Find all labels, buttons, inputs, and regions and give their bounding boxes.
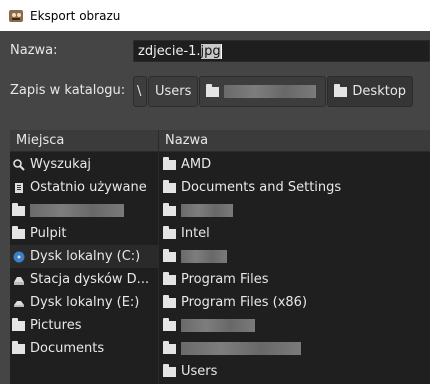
redacted-user-name [224, 85, 317, 98]
title-bar: Eksport obrazu [0, 0, 430, 31]
redacted-file-name [181, 342, 301, 355]
place-documents[interactable]: Documents [12, 337, 104, 360]
filename-base: zdjecie-1. [138, 43, 201, 59]
place-label: Stacja dysków D... [30, 272, 150, 287]
text-cursor [220, 43, 222, 59]
places-header: Miejsca [10, 130, 158, 152]
redacted-place-name [30, 204, 124, 217]
place-label: Dysk lokalny (C:) [30, 249, 141, 264]
files-column-header-name[interactable]: Nazwa [159, 130, 430, 152]
save-in-label: Zapis w katalogu: [10, 83, 126, 98]
place-label: Ostatnio używane [30, 180, 147, 195]
folder-icon [163, 225, 177, 241]
folder-icon [163, 294, 177, 310]
place-label: Pulpit [30, 226, 67, 241]
places-panel: Miejsca Wyszukaj Ostatnio używane Pulpit [10, 130, 158, 384]
file-name: Program Files [181, 272, 269, 287]
disk-icon [12, 250, 26, 264]
breadcrumb-user-folder[interactable] [199, 76, 327, 107]
place-desktop[interactable]: Pulpit [12, 222, 66, 245]
search-icon [12, 158, 26, 172]
file-row[interactable] [163, 199, 233, 222]
folder-icon [163, 271, 177, 287]
place-disk-e[interactable]: Dysk lokalny (E:) [12, 291, 139, 314]
place-recent[interactable]: Ostatnio używane [12, 176, 147, 199]
folder-icon [206, 83, 220, 99]
folder-icon [12, 340, 26, 356]
file-row[interactable] [163, 337, 301, 360]
file-row[interactable]: Program Files [163, 268, 269, 291]
breadcrumb-users[interactable]: Users [148, 76, 199, 107]
place-disk-c[interactable]: Dysk lokalny (C:) [10, 245, 158, 268]
breadcrumb-desktop-label: Desktop [352, 84, 407, 99]
file-row[interactable] [163, 245, 227, 268]
folder-icon [163, 248, 177, 264]
export-dialog: Nazwa: zdjecie-1. jpg Zapis w katalogu: \… [0, 31, 430, 384]
file-row[interactable]: Documents and Settings [163, 176, 341, 199]
place-user-folder[interactable] [12, 199, 124, 222]
file-name: Program Files (x86) [181, 295, 308, 310]
folder-icon [163, 340, 177, 356]
file-row[interactable]: AMD [163, 153, 211, 176]
place-label: Pictures [30, 318, 82, 333]
place-label: Dysk lokalny (E:) [30, 295, 140, 310]
folder-icon [12, 317, 26, 333]
place-pictures[interactable]: Pictures [12, 314, 81, 337]
breadcrumb-root-label: \ [137, 84, 142, 99]
file-row[interactable] [163, 314, 255, 337]
folder-icon [163, 363, 177, 379]
filename-ext-selected: jpg [200, 43, 221, 59]
file-row[interactable]: Program Files (x86) [163, 291, 307, 314]
window-title: Eksport obrazu [30, 8, 121, 23]
folder-icon [163, 202, 177, 218]
place-drive-d[interactable]: Stacja dysków D... [12, 268, 149, 291]
name-label: Nazwa: [10, 43, 58, 58]
file-name: Intel [181, 226, 210, 241]
place-search[interactable]: Wyszukaj [12, 153, 91, 176]
folder-icon [334, 83, 348, 99]
place-label: Wyszukaj [30, 157, 92, 172]
breadcrumb-root[interactable]: \ [133, 76, 147, 107]
file-name: AMD [181, 157, 212, 172]
gimp-app-icon [8, 8, 24, 24]
folder-icon [163, 179, 177, 195]
place-label: Documents [30, 341, 105, 356]
folder-icon [163, 317, 177, 333]
redacted-file-name [181, 204, 233, 217]
folder-icon [12, 202, 26, 218]
filename-input[interactable]: zdjecie-1. jpg [133, 40, 430, 62]
file-row[interactable]: Intel [163, 222, 210, 245]
files-panel: Nazwa AMD Documents and Settings Intel P… [158, 130, 430, 384]
recent-icon [12, 181, 26, 195]
redacted-file-name [181, 250, 227, 263]
file-row[interactable]: Users [163, 360, 217, 383]
file-name: Documents and Settings [181, 180, 342, 195]
drive-icon [12, 296, 26, 310]
drive-icon [12, 273, 26, 287]
folder-icon [12, 225, 26, 241]
folder-icon [163, 156, 177, 172]
breadcrumb-desktop[interactable]: Desktop [327, 76, 414, 107]
path-bar: \ Users Desktop [133, 76, 414, 107]
redacted-file-name [181, 319, 255, 332]
file-name: Users [181, 364, 218, 379]
breadcrumb-users-label: Users [155, 84, 192, 99]
